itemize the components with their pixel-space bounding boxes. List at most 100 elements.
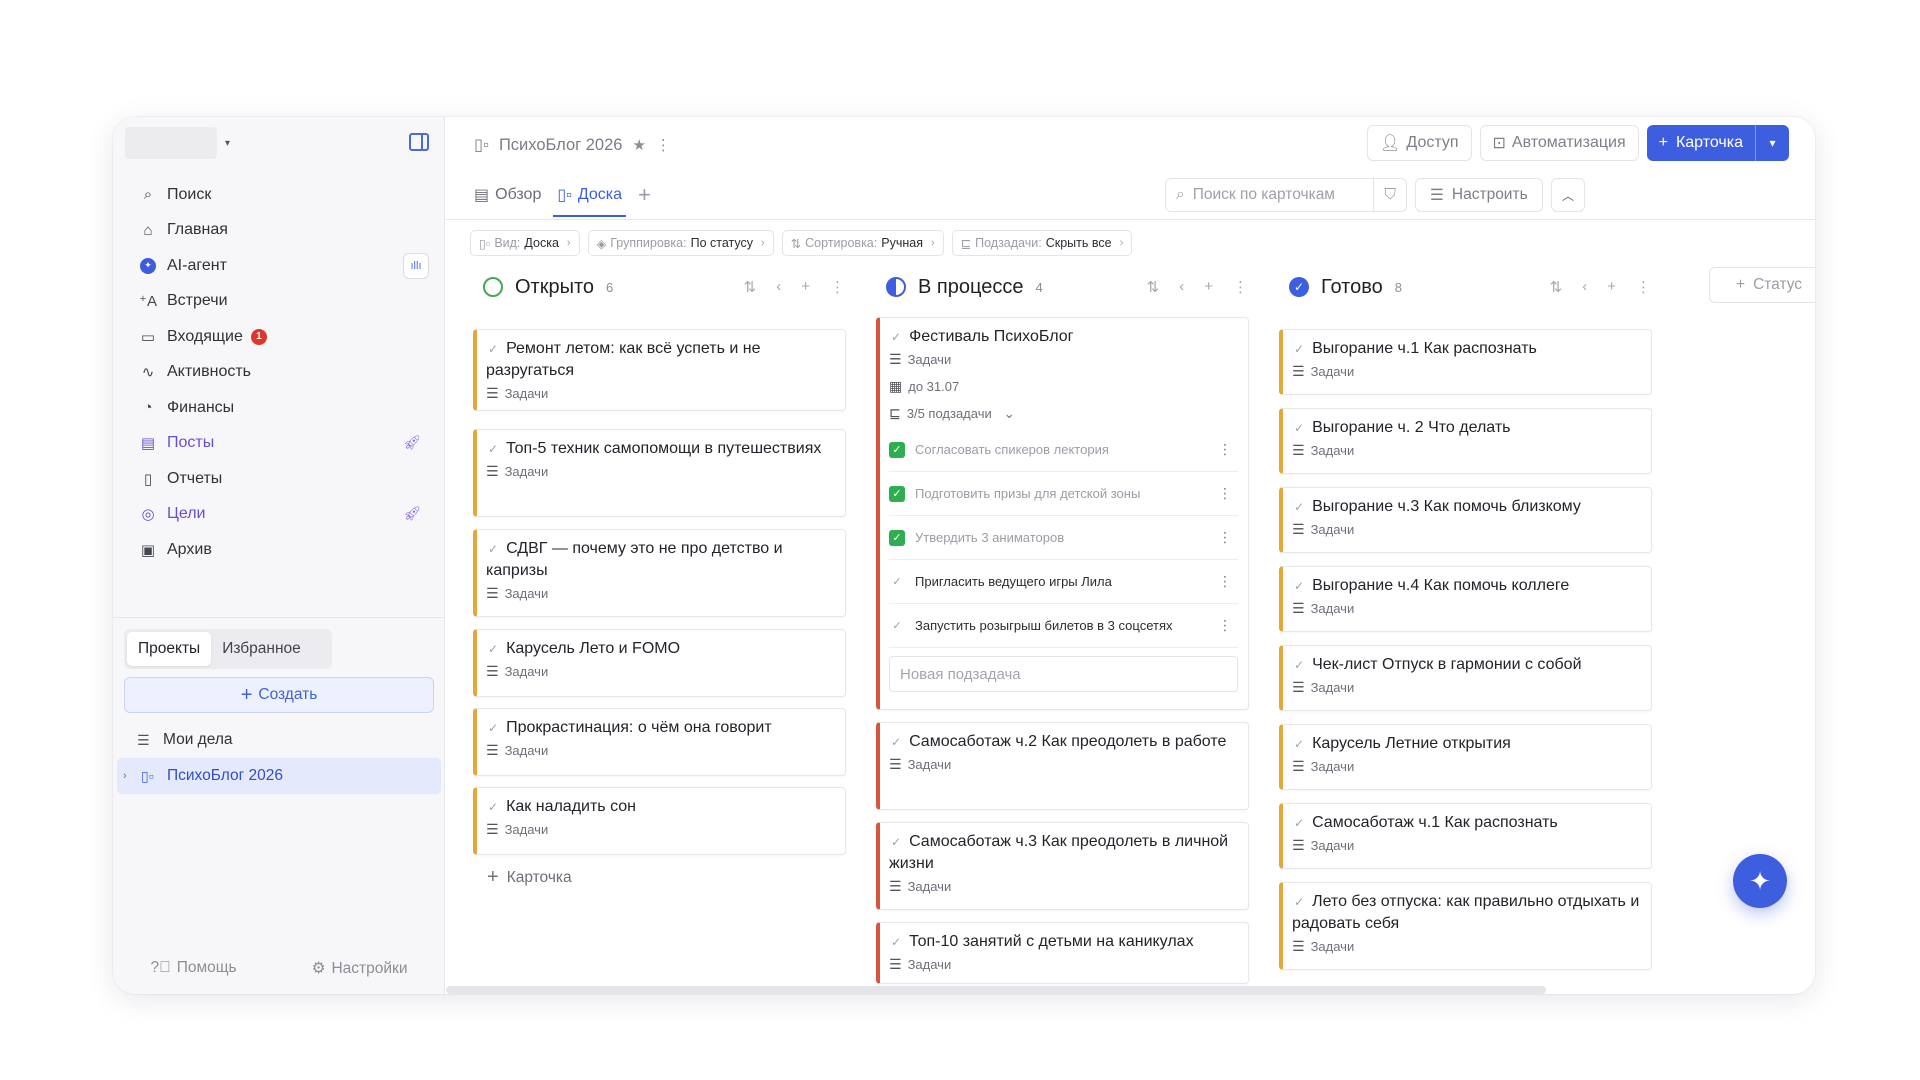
sidebar-item-finance[interactable]: ◔ Финансы [127, 390, 431, 426]
check-icon[interactable]: ✓ [891, 735, 901, 749]
card[interactable]: ✓ Чек-лист Отпуск в гармонии с собой ☰ Зада… [1279, 645, 1652, 711]
tab-projects[interactable]: Проекты [127, 632, 212, 666]
sorting-chip[interactable]: ⇅ Сортировка: Ручная › [781, 230, 944, 256]
card[interactable]: ✓ Как наладить сон ☰ Задачи [473, 787, 846, 855]
sidebar-item-posts[interactable]: ▤ Посты 🚀︎ [127, 426, 431, 462]
check-icon[interactable]: ✓ [1294, 895, 1304, 909]
grouping-chip[interactable]: ◈ Группировка: По статусу › [587, 230, 774, 256]
card[interactable]: ✓ Ремонт летом: как всё успеть и не разру… [473, 329, 846, 411]
tab-board[interactable]: ▯▫ Доска [553, 173, 626, 217]
configure-button[interactable]: ☰ Настроить [1415, 178, 1543, 212]
check-icon[interactable]: ✓ [488, 642, 498, 656]
check-icon[interactable]: ✓ [1294, 421, 1304, 435]
plus-icon[interactable]: + [1607, 278, 1616, 296]
chevron-left-icon[interactable]: ‹ [1179, 278, 1184, 296]
check-icon[interactable]: ✓ [1294, 500, 1304, 514]
card[interactable]: ✓ Самосаботаж ч.1 Как распознать ☰ Задачи [1279, 803, 1652, 869]
check-icon[interactable]: ✓ [1294, 342, 1304, 356]
sort-icon[interactable]: ⇅ [1550, 278, 1563, 296]
subtask-row[interactable]: ✓ Подготовить призы для детской зоны ⋮ [889, 472, 1238, 516]
view-chip[interactable]: ▯▫ Вид: Доска › [470, 230, 580, 256]
chevron-down-icon[interactable]: ⌄ [1004, 406, 1015, 422]
chevron-down-icon[interactable]: ▾ [1755, 125, 1789, 161]
check-icon[interactable]: ✓ [1294, 658, 1304, 672]
tab-overview[interactable]: ▤ Обзор [474, 173, 541, 217]
subtask-row[interactable]: ✓ Утвердить 3 аниматоров ⋮ [889, 516, 1238, 560]
sidebar-item-ai-agent[interactable]: ✦ AI-агент ıllı [127, 248, 431, 284]
subtask-row[interactable]: ✓ Согласовать спикеров лектория ⋮ [889, 428, 1238, 472]
ai-assistant-button[interactable]: ✦ [1733, 854, 1787, 908]
more-icon[interactable]: ⋮ [656, 136, 671, 154]
horizontal-scrollbar[interactable] [446, 986, 1546, 994]
check-icon[interactable]: ✓ [488, 800, 498, 814]
new-subtask-input[interactable]: Новая подзадача [889, 656, 1238, 692]
chevron-up-icon[interactable]: ︿ [1551, 178, 1585, 212]
project-my-tasks[interactable]: ☰ Мои дела [113, 722, 445, 758]
checkbox-checked-icon[interactable]: ✓ [889, 529, 905, 546]
card[interactable]: ✓ СДВГ — почему это не про детство и капр… [473, 529, 846, 617]
check-icon[interactable]: ✓ [889, 618, 905, 634]
more-icon[interactable]: ⋮ [1218, 529, 1232, 546]
check-icon[interactable]: ✓ [488, 542, 498, 556]
more-icon[interactable]: ⋮ [1218, 573, 1232, 590]
add-view-icon[interactable]: + [638, 173, 651, 217]
check-icon[interactable]: ✓ [1294, 737, 1304, 751]
check-icon[interactable]: ✓ [891, 935, 901, 949]
voice-icon[interactable]: ıllı [403, 253, 429, 279]
sort-icon[interactable]: ⇅ [744, 278, 757, 296]
card[interactable]: ✓ Топ-5 техник самопомощи в путешествиях ☰… [473, 429, 846, 517]
card[interactable]: ✓ Топ-10 занятий с детьми на каникулах ☰ За… [876, 922, 1249, 984]
sidebar-item-meetings[interactable]: ⁺A Встречи [127, 284, 431, 320]
check-icon[interactable]: ✓ [891, 330, 901, 344]
card[interactable]: ✓ Самосаботаж ч.3 Как преодолеть в личной… [876, 822, 1249, 910]
settings-link[interactable]: ⚙ Настройки [312, 959, 408, 978]
filter-icon[interactable]: ⛉ [1373, 179, 1396, 211]
more-icon[interactable]: ⋮ [1218, 441, 1232, 458]
check-icon[interactable]: ✓ [891, 835, 901, 849]
more-icon[interactable]: ⋮ [1636, 278, 1651, 296]
checkbox-checked-icon[interactable]: ✓ [889, 441, 905, 458]
more-icon[interactable]: ⋮ [1233, 278, 1248, 296]
check-icon[interactable]: ✓ [1294, 579, 1304, 593]
project-psychoblog[interactable]: › ▯▫ ПсихоБлог 2026 [117, 758, 441, 794]
workspace-switcher[interactable]: ▾ [125, 127, 231, 159]
check-icon[interactable]: ✓ [1294, 816, 1304, 830]
more-icon[interactable]: ⋮ [1218, 485, 1232, 502]
card[interactable]: ✓ Выгорание ч.1 Как распознать ☰ Задачи [1279, 329, 1652, 395]
chevron-right-icon[interactable]: › [123, 770, 137, 782]
add-status-button[interactable]: + Статус [1709, 267, 1815, 303]
more-icon[interactable]: ⋮ [1218, 617, 1232, 634]
card[interactable]: ✓ Карусель Летние открытия ☰ Задачи [1279, 724, 1652, 790]
chevron-left-icon[interactable]: ‹ [776, 278, 781, 296]
card[interactable]: ✓ Выгорание ч.3 Как помочь близкому ☰ Задач… [1279, 487, 1652, 553]
card[interactable]: ✓ Самосаботаж ч.2 Как преодолеть в работе… [876, 722, 1249, 810]
sidebar-item-reports[interactable]: ▯ Отчеты [127, 461, 431, 497]
chevron-left-icon[interactable]: ‹ [1582, 278, 1587, 296]
tab-favorites[interactable]: Избранное [211, 632, 312, 666]
check-icon[interactable]: ✓ [488, 442, 498, 456]
plus-icon[interactable]: + [801, 278, 810, 296]
card-expanded[interactable]: ✓ Фестиваль ПсихоБлог ☰ Задачи ▦ до 31.07 ⊑… [876, 317, 1249, 710]
sidebar-item-home[interactable]: ⌂ Главная [127, 213, 431, 249]
sidebar-item-goals[interactable]: ◎ Цели 🚀︎ [127, 497, 431, 533]
access-button[interactable]: 👤︎ Доступ [1367, 125, 1472, 161]
sidebar-item-archive[interactable]: ▣ Архив [127, 532, 431, 568]
more-icon[interactable]: ⋮ [830, 278, 845, 296]
check-icon[interactable]: ✓ [488, 721, 498, 735]
card[interactable]: ✓ Лето без отпуска: как правильно отдыхат… [1279, 882, 1652, 970]
sidebar-item-inbox[interactable]: ▭ Входящие 1 [127, 319, 431, 355]
automation-button[interactable]: ⊡ Автоматизация [1479, 125, 1639, 161]
check-icon[interactable]: ✓ [488, 342, 498, 356]
card-search-input[interactable]: ⌕ Поиск по карточкам ⛉ [1165, 178, 1407, 212]
sort-icon[interactable]: ⇅ [1147, 278, 1160, 296]
help-link[interactable]: ?⃝ Помощь [150, 959, 236, 977]
checkbox-checked-icon[interactable]: ✓ [889, 485, 905, 502]
star-icon[interactable]: ★ [632, 136, 645, 154]
subtask-row[interactable]: ✓ Запустить розыгрыш билетов в 3 соцсетях… [889, 604, 1238, 648]
card[interactable]: ✓ Выгорание ч. 2 Что делать ☰ Задачи [1279, 408, 1652, 474]
sidebar-toggle-icon[interactable] [409, 133, 429, 151]
create-button[interactable]: + Создать [124, 677, 434, 713]
sidebar-item-search[interactable]: ⌕ Поиск [127, 177, 431, 213]
add-card-inline-button[interactable]: + Карточка [487, 866, 572, 889]
plus-icon[interactable]: + [1204, 278, 1213, 296]
